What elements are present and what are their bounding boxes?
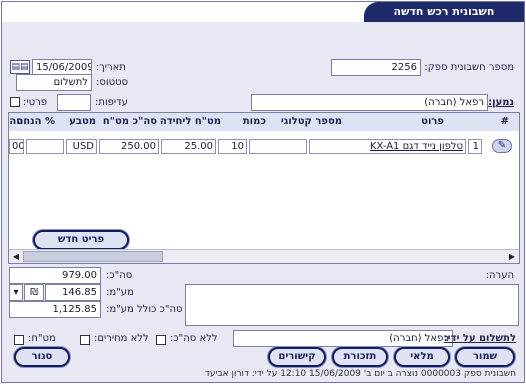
- supplier-invoice-label: מספר חשבונית ספק:: [424, 62, 514, 73]
- footer-created-info: חשבונית ספק 0000003 נוצרה ב יום ב' 15/06…: [204, 369, 516, 379]
- col-unit-price: מט"ח ליחידה: [159, 116, 221, 127]
- vat-dropdown-icon[interactable]: ▾: [9, 284, 23, 301]
- notes-label: הערה:: [485, 270, 514, 281]
- close-button[interactable]: סגור: [14, 347, 70, 367]
- fx-checkbox[interactable]: [14, 335, 24, 345]
- private-label: פרטי:: [23, 97, 47, 108]
- new-item-button[interactable]: פריט חדש: [33, 230, 129, 250]
- vat-input: 146.85: [45, 284, 101, 301]
- row-discount[interactable]: [26, 139, 64, 154]
- vat-label: מע"מ:: [106, 287, 134, 298]
- fx-label: מט"ח:: [28, 333, 56, 344]
- row-num: 1: [468, 139, 482, 154]
- paid-by-label: לתשלום על ידי:: [443, 333, 516, 344]
- col-num: #: [500, 116, 509, 127]
- status-label: סטטוס:: [96, 77, 129, 88]
- row-qty[interactable]: 10: [218, 139, 247, 154]
- no-total-label: ללא סה"כ:: [170, 333, 218, 344]
- vat-currency[interactable]: ₪: [24, 284, 44, 301]
- calendar-icon[interactable]: ▤▤: [10, 60, 30, 74]
- col-detail: פרוט: [421, 116, 444, 127]
- row-total-fx: 250.00: [99, 139, 159, 154]
- grid-header: # פרוט מספר קטלוגי כמות מט"ח ליחידה סה"כ…: [9, 113, 519, 131]
- window-title: חשבונית רכש חדשה: [364, 2, 524, 22]
- entity-label: נמען:: [488, 97, 514, 108]
- reminders-button[interactable]: תזכורת: [332, 347, 388, 367]
- row-detail[interactable]: טלפון נייד דגם KX-A1: [309, 139, 466, 154]
- col-total: סה: [9, 116, 23, 127]
- status-input[interactable]: לתשלום: [16, 74, 92, 91]
- notes-textarea[interactable]: [185, 284, 519, 326]
- no-prices-checkbox[interactable]: [80, 335, 90, 345]
- grand-total-label: סה"כ כולל מע"מ:: [106, 304, 183, 315]
- edit-icon[interactable]: ✎: [492, 139, 512, 153]
- stock-button[interactable]: מלאי: [394, 347, 450, 367]
- no-prices-label: ללא מחירים:: [94, 333, 149, 344]
- no-total-checkbox[interactable]: [156, 335, 166, 345]
- grand-total-input: 1,125.85: [9, 301, 101, 318]
- total-label: סה"כ:: [106, 270, 133, 281]
- scroll-left-icon[interactable]: ◀: [9, 250, 23, 263]
- save-button[interactable]: שמור: [455, 347, 515, 367]
- horizontal-scrollbar[interactable]: ◀ ▶: [9, 249, 519, 263]
- col-currency: מטבע: [69, 116, 96, 127]
- col-qty: כמות: [242, 116, 266, 127]
- paid-by-input[interactable]: רפאל (חברה): [233, 330, 453, 347]
- row-unit-price[interactable]: 25.00: [161, 139, 216, 154]
- title-bar: חשבונית רכש חדשה: [2, 2, 524, 22]
- col-catalog: מספר קטלוגי: [280, 116, 342, 127]
- priority-label: עדיפות:: [95, 97, 128, 108]
- scroll-right-icon[interactable]: ▶: [505, 250, 519, 263]
- priority-input[interactable]: [57, 94, 91, 111]
- items-grid: # פרוט מספר קטלוגי כמות מט"ח ליחידה סה"כ…: [8, 112, 520, 264]
- row-catalog[interactable]: [249, 139, 307, 154]
- date-label: תאריך:: [96, 62, 126, 73]
- dialog-window: חשבונית רכש חדשה מספר חשבונית ספק: 2256 …: [1, 1, 525, 383]
- private-checkbox[interactable]: [10, 97, 20, 107]
- col-total-fx: סה"כ מט"ח: [102, 116, 157, 127]
- scroll-thumb[interactable]: [23, 251, 163, 262]
- links-button[interactable]: קישורים: [268, 347, 326, 367]
- total-input: 979.00: [9, 267, 101, 284]
- row-total: 00: [9, 139, 24, 154]
- supplier-invoice-input[interactable]: 2256: [331, 59, 421, 76]
- entity-input[interactable]: רפאל (חברה): [251, 94, 488, 111]
- row-currency[interactable]: USD: [66, 139, 97, 154]
